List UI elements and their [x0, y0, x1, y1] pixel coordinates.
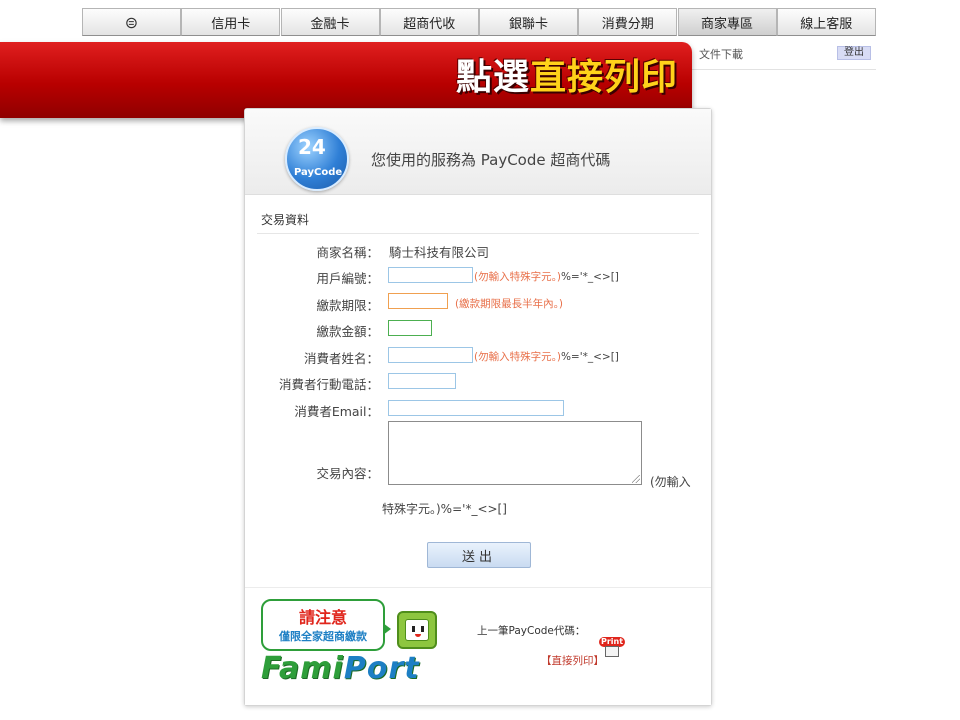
merchant-value: 騎士科技有限公司: [389, 245, 490, 260]
print-icon[interactable]: Print: [599, 637, 626, 659]
name-hint-text: (勿輸入特殊字元。): [474, 351, 561, 363]
notice-bubble: 請注意 僅限全家超商繳款: [261, 599, 385, 651]
banner-text-yellow: 直接列印: [529, 57, 678, 98]
previous-paycode-label: 上一筆PayCode代碼：: [477, 625, 586, 637]
name-label: 消費者姓名：: [303, 351, 379, 366]
printer-icon: [605, 646, 619, 657]
nav-tab-credit-card[interactable]: 信用卡: [181, 8, 281, 36]
famiport-logo-a: Fami: [261, 651, 344, 686]
account-hint: (勿輸入特殊字元。)%='*_<>[]: [474, 269, 619, 284]
sub-bar: 文件下載 登出: [690, 42, 876, 70]
email-label: 消費者Email：: [294, 404, 379, 419]
content-hint-2: 特殊字元。)%='*_<>[]: [382, 502, 507, 516]
account-hint-chars: %='*_<>[]: [560, 271, 619, 283]
nav-tab-support[interactable]: 線上客服: [776, 8, 876, 36]
nav-tab-installment[interactable]: 消費分期: [578, 8, 678, 36]
phone-input[interactable]: [388, 373, 456, 389]
paycode-panel: 24 PayCode 您使用的服務為 PayCode 超商代碼 交易資料 商家名…: [244, 108, 712, 706]
deadline-hint: (繳款期限最長半年內。): [455, 298, 563, 310]
amount-label: 繳款金額：: [316, 324, 379, 339]
mascot-eye-right: [421, 626, 424, 632]
nav-tab-unionpay[interactable]: 銀聯卡: [479, 8, 578, 36]
notice-subtitle: 僅限全家超商繳款: [279, 630, 367, 643]
logo-number: 24: [298, 135, 326, 159]
amount-input[interactable]: [388, 320, 432, 336]
famiport-mascot-icon: [397, 611, 437, 649]
section-divider: [257, 233, 699, 234]
banner-text: 點選直接列印: [456, 54, 678, 102]
nav-home-logo[interactable]: ⊜: [82, 8, 181, 36]
instruction-banner: 點選直接列印: [0, 42, 692, 118]
phone-label: 消費者行動電話：: [278, 377, 379, 392]
nav-tab-debit-card[interactable]: 金融卡: [280, 8, 380, 36]
famiport-logo: FamiPort: [261, 651, 420, 686]
mascot-eye-left: [412, 626, 415, 632]
content-label: 交易內容：: [316, 466, 379, 481]
notice-title: 請注意: [298, 608, 347, 627]
submit-button[interactable]: 送出: [427, 542, 531, 568]
famiport-logo-b: Port: [343, 651, 420, 686]
merchant-label: 商家名稱：: [316, 245, 379, 260]
content-textarea[interactable]: [388, 421, 642, 485]
download-link[interactable]: 文件下載: [699, 46, 743, 62]
account-input[interactable]: [388, 267, 473, 283]
paycode-24-logo-icon: 24 PayCode: [285, 127, 349, 191]
logout-button[interactable]: 登出: [837, 46, 871, 60]
mascot-face: [405, 619, 429, 641]
name-input[interactable]: [388, 347, 473, 363]
banner-text-white: 點選: [455, 57, 530, 98]
account-hint-text: (勿輸入特殊字元。): [474, 271, 561, 283]
deadline-input[interactable]: [388, 293, 448, 309]
nav-tab-merchant[interactable]: 商家專區: [677, 8, 777, 36]
name-hint: (勿輸入特殊字元。)%='*_<>[]: [474, 349, 619, 364]
content-hint-1: (勿輸入: [650, 475, 691, 489]
notice-tail: [383, 623, 391, 635]
brand-logo-icon: ⊜: [124, 12, 139, 32]
direct-print-link[interactable]: 【直接列印】: [541, 653, 604, 668]
account-label: 用戶編號：: [316, 271, 379, 286]
panel-header: 24 PayCode 您使用的服務為 PayCode 超商代碼: [245, 109, 711, 195]
mascot-mouth: [415, 634, 421, 637]
name-hint-chars: %='*_<>[]: [560, 351, 619, 363]
deadline-label: 繳款期限：: [316, 298, 379, 313]
nav-tab-convenience-store[interactable]: 超商代收: [379, 8, 479, 36]
top-nav: ⊜ 信用卡 金融卡 超商代收 銀聯卡 消費分期 商家專區 線上客服: [82, 8, 876, 36]
email-input[interactable]: [388, 400, 564, 416]
section-title: 交易資料: [261, 213, 310, 227]
service-title: 您使用的服務為 PayCode 超商代碼: [371, 151, 611, 169]
logo-word: PayCode: [294, 167, 343, 178]
resize-grip-icon[interactable]: [632, 475, 640, 483]
